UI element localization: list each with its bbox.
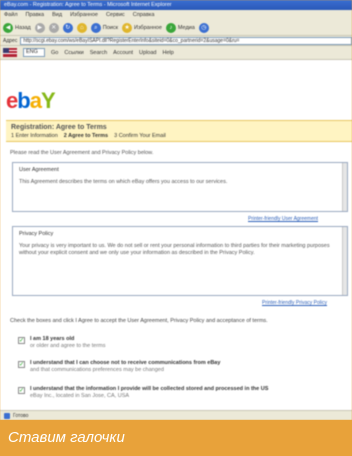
user-agreement-scrollbar[interactable] [342,163,347,211]
checkbox-communications-text: I understand that I can choose not to re… [30,360,220,374]
checkbox-age-text: I am 18 years old or older and agree to t… [30,336,106,350]
checkbox-communications-sub: and that communications preferences may … [30,367,164,373]
address-input[interactable]: http://scgi.ebay.com/ws/eBayISAPI.dll?Re… [20,36,352,45]
step-2: 2 Agree to Terms [63,133,109,139]
checkbox-age[interactable]: ✓ [18,337,25,344]
screenshot-frame: eBay.com - Registration: Agree to Terms … [0,0,352,456]
step-3: 3 Confirm Your Email [114,133,166,139]
links-bar: ENG Go Ссылки Search Account Upload Help [0,46,352,60]
menu-help[interactable]: Справка [133,12,155,18]
ebay-logo[interactable]: ebaY [6,88,56,114]
privacy-policy-box[interactable]: Privacy Policy Your privacy is very impo… [12,226,348,296]
checkbox-age-label: I am 18 years old [30,336,75,342]
links-label[interactable]: Ссылки [64,50,83,56]
status-text: Готово [13,412,29,419]
user-agreement-title: User Agreement [19,167,59,173]
stop-button[interactable]: ✕ [48,22,59,33]
menu-edit[interactable]: Правка [26,12,45,18]
links-search[interactable]: Search [90,50,107,56]
search-icon: ⌕ [90,22,101,33]
back-button[interactable]: ◀ Назад [3,22,31,33]
user-agreement-link[interactable]: Printer-friendly User Agreement [248,216,318,222]
search-button[interactable]: ⌕ Поиск [90,22,119,33]
media-button[interactable]: ♪ Медиа [165,22,195,33]
back-arrow-icon: ◀ [3,22,13,33]
checkbox-row-age[interactable]: ✓ I am 18 years old or older and agree to… [18,336,344,350]
menu-bar: Файл Правка Вид Избранное Сервис Справка [0,10,352,20]
checkbox-row-communications[interactable]: ✓ I understand that I can choose not to … [18,360,344,374]
privacy-policy-title: Privacy Policy [19,231,54,237]
links-go[interactable]: Go [51,50,58,56]
media-label: Медиа [177,24,195,31]
status-bar: Готово [0,410,352,420]
favorites-button[interactable]: ★ Избранное [122,22,162,33]
media-icon: ♪ [165,22,176,33]
toolbar: ◀ Назад ▶ ✕ ↻ ⌂ ⌕ Поиск ★ Избранное ♪ Медиа … [0,20,352,36]
address-label: Адрес [3,37,18,44]
page-title: Registration: Agree to Terms [11,124,107,131]
privacy-policy-text: Your privacy is very important to us. We… [19,243,330,256]
window-title: eBay.com - Registration: Agree to Terms … [4,2,172,8]
home-icon: ⌂ [76,22,87,33]
history-button[interactable]: ◷ [198,22,209,33]
web-page: ebaY Registration: Agree to Terms 1 Ente… [0,70,352,410]
intro-text: Please read the User Agreement and Priva… [10,150,154,156]
image-caption: Ставим галочки [0,420,352,456]
menu-file[interactable]: Файл [4,12,18,18]
stop-icon: ✕ [48,22,59,33]
privacy-policy-scrollbar[interactable] [342,227,347,295]
links-upload[interactable]: Upload [139,50,156,56]
checkbox-communications-label: I understand that I can choose not to re… [30,360,221,366]
forward-arrow-icon: ▶ [34,22,45,33]
menu-tools[interactable]: Сервис [106,12,125,18]
us-flag-icon [3,48,17,57]
privacy-policy-link[interactable]: Printer-friendly Privacy Policy [262,300,327,306]
links-account[interactable]: Account [113,50,133,56]
registration-banner: Registration: Agree to Terms 1 Enter Inf… [6,120,352,142]
checkbox-row-data-processing[interactable]: ✓ I understand that the information I pr… [18,386,344,400]
page-status-icon [4,412,10,419]
language-selector[interactable]: ENG [23,48,45,57]
checkbox-data-processing-sub: eBay Inc., located in San Jose, CA, USA [30,393,130,399]
browser-window: eBay.com - Registration: Agree to Terms … [0,0,352,420]
step-1: 1 Enter Information [11,133,58,139]
star-icon: ★ [122,22,133,33]
refresh-icon: ↻ [62,22,73,33]
forward-button[interactable]: ▶ [34,22,45,33]
history-icon: ◷ [198,22,209,33]
checkbox-age-sub: or older and agree to the terms [30,343,106,349]
checkbox-data-processing-text: I understand that the information I prov… [30,386,268,400]
back-label: Назад [15,24,31,31]
favorites-label: Избранное [134,24,162,31]
checkbox-data-processing[interactable]: ✓ [18,387,25,394]
user-agreement-box[interactable]: User Agreement This Agreement describes … [12,162,348,212]
user-agreement-text: This Agreement describes the terms on wh… [19,179,228,185]
menu-favorites[interactable]: Избранное [70,12,98,18]
instructions-text: Check the boxes and click I Agree to acc… [10,318,268,324]
home-button[interactable]: ⌂ [76,22,87,33]
checkbox-data-processing-label: I understand that the information I prov… [30,386,269,392]
steps-indicator: 1 Enter Information 2 Agree to Terms 3 C… [11,133,347,139]
links-help[interactable]: Help [162,50,173,56]
search-label: Поиск [102,24,119,31]
title-bar: eBay.com - Registration: Agree to Terms … [0,0,352,10]
checkbox-communications[interactable]: ✓ [18,361,25,368]
menu-view[interactable]: Вид [52,12,62,18]
refresh-button[interactable]: ↻ [62,22,73,33]
address-bar: Адрес http://scgi.ebay.com/ws/eBayISAPI.… [0,36,352,46]
